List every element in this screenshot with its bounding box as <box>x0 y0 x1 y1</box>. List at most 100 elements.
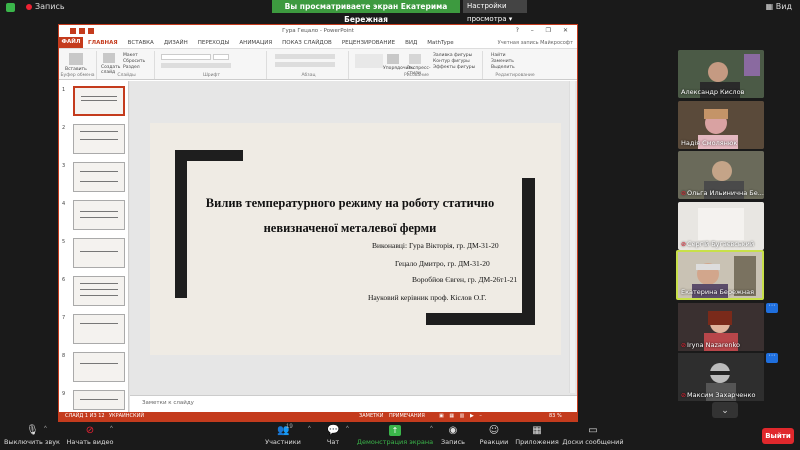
notes-pane[interactable]: Заметки к слайду <box>130 395 577 412</box>
share-label: Демонстрация экрана <box>356 438 434 446</box>
tab-transitions[interactable]: ПЕРЕХОДЫ <box>193 40 235 46</box>
slide-thumbnail-8[interactable] <box>73 352 125 382</box>
save-icon[interactable] <box>69 28 76 34</box>
chevron-up-icon[interactable]: ^ <box>44 426 47 432</box>
replace-button[interactable]: Заменить <box>491 59 514 64</box>
view-options-button[interactable]: Настройки просмотра ▾ <box>463 0 527 23</box>
window-controls[interactable]: ? – ❐ ✕ <box>516 25 573 37</box>
slide-thumbnail-3[interactable] <box>73 162 125 192</box>
notes-toggle[interactable]: ЗАМЕТКИ <box>359 412 383 421</box>
participant-name: ⊘Максим Захарченко <box>681 391 755 399</box>
font-size-select[interactable] <box>213 54 229 60</box>
chevron-down-icon[interactable]: ⌄ <box>712 402 738 418</box>
undo-icon[interactable] <box>78 28 85 34</box>
arrange-icon[interactable] <box>387 54 399 64</box>
chat-button[interactable]: 💬 Чат <box>320 422 346 450</box>
chevron-up-icon[interactable]: ^ <box>430 426 433 432</box>
shape-effects-button[interactable]: Эффекты фигуры <box>433 65 475 70</box>
tab-design[interactable]: ДИЗАЙН <box>159 40 193 46</box>
record-button[interactable]: ◉ Запись <box>438 422 468 450</box>
chevron-up-icon[interactable]: ^ <box>110 426 113 432</box>
participant-tile[interactable]: Надія Смолянюк <box>678 101 764 149</box>
mute-button[interactable]: 🎙 Выключить звук <box>4 422 60 450</box>
drawing-group: Упорядочить Экспресс-стили Заливка фигур… <box>351 51 483 79</box>
tab-review[interactable]: РЕЦЕНЗИРОВАНИЕ <box>337 40 400 46</box>
vertical-scrollbar[interactable] <box>569 81 575 393</box>
view-buttons[interactable]: ▣ ▦ ▥ ▶ – <box>439 412 484 421</box>
slide-thumbnail-4[interactable] <box>73 200 125 230</box>
participant-tile[interactable]: Александр Кислов <box>678 50 764 98</box>
thumb-number: 7 <box>62 315 66 321</box>
share-screen-button[interactable]: ↑ Демонстрация экрана <box>356 422 434 450</box>
slide-thumbnail-2[interactable] <box>73 124 125 154</box>
tab-slideshow[interactable]: ПОКАЗ СЛАЙДОВ <box>277 40 337 46</box>
share-screen-icon: ↑ <box>389 425 401 436</box>
participant-name: ⊘Ольга Ильинична Бе... <box>681 189 764 197</box>
shape-outline-button[interactable]: Контур фигуры <box>433 59 470 64</box>
slide-thumbnail-9[interactable] <box>73 390 125 410</box>
slide-thumbnail-1[interactable] <box>73 86 125 116</box>
align-buttons[interactable] <box>275 62 335 67</box>
paste-icon[interactable] <box>69 53 83 65</box>
apps-button[interactable]: ▦ Приложения <box>514 422 560 450</box>
slide-thumbnail-7[interactable] <box>73 314 125 344</box>
reset-button[interactable]: Сбросить <box>123 59 145 64</box>
redo-icon[interactable] <box>87 28 94 34</box>
zoom-level[interactable]: 83 % <box>549 412 562 421</box>
participant-tile[interactable]: ⊘Iryna Nazarenko ··· <box>678 302 778 351</box>
shape-fill-button[interactable]: Заливка фигуры <box>433 53 472 58</box>
language-indicator[interactable]: УКРАИНСКИЙ <box>109 412 144 421</box>
select-button[interactable]: Выделить <box>491 65 515 70</box>
chevron-up-icon[interactable]: ^ <box>346 426 349 432</box>
participant-tile[interactable]: ⊘Ольга Ильинична Бе... <box>678 151 764 199</box>
record-label: Запись <box>440 438 466 446</box>
tab-insert[interactable]: ВСТАВКА <box>123 40 159 46</box>
comments-toggle[interactable]: ПРИМЕЧАНИЯ <box>389 412 425 421</box>
paste-button[interactable]: Вставить <box>65 67 87 72</box>
font-format-buttons[interactable] <box>161 63 231 68</box>
whiteboards-label: Доски сообщений <box>562 438 624 446</box>
share-banner: Вы просматриваете экран Екатерима Бережн… <box>272 0 460 24</box>
more-options-icon[interactable]: ··· <box>766 352 778 363</box>
tab-view[interactable]: ВИД <box>400 40 422 46</box>
find-button[interactable]: Найти <box>491 53 506 58</box>
participants-button[interactable]: 👥 Участники <box>258 422 308 450</box>
thumb-number: 9 <box>62 391 66 397</box>
layout-button[interactable]: Макет <box>123 53 138 58</box>
mic-muted-icon: ⊘ <box>681 342 687 349</box>
current-slide[interactable]: Вилив температурного режиму на роботу ст… <box>150 123 561 355</box>
chevron-up-icon[interactable]: ^ <box>308 426 311 432</box>
paragraph-group: Абзац <box>269 51 349 79</box>
section-button[interactable]: Раздел <box>123 65 140 70</box>
new-slide-icon[interactable] <box>103 53 115 63</box>
quick-access-toolbar[interactable] <box>63 27 103 35</box>
tab-animation[interactable]: АНИМАЦИЯ <box>234 40 277 46</box>
shapes-gallery[interactable] <box>355 54 383 68</box>
view-button[interactable]: ▦ Вид <box>766 2 792 11</box>
whiteboards-button[interactable]: ▭ Доски сообщений <box>562 422 624 450</box>
list-buttons[interactable] <box>275 54 335 59</box>
tab-mathtype[interactable]: MathType <box>422 40 458 46</box>
participant-name: Екатерина Бережная <box>681 288 755 296</box>
participant-tile[interactable]: ⊘Максим Захарченко ··· <box>678 352 778 401</box>
quick-styles-icon[interactable] <box>409 54 421 64</box>
shield-icon[interactable] <box>6 3 15 12</box>
leave-button[interactable]: Выйти <box>762 428 794 444</box>
reactions-label: Реакции <box>479 438 509 446</box>
slide-title[interactable]: Вилив температурного режиму на роботу ст… <box>190 191 510 241</box>
tab-file[interactable]: ФАЙЛ <box>59 37 83 48</box>
reactions-button[interactable]: ☺ Реакции <box>476 422 512 450</box>
thumb-number: 3 <box>62 163 66 169</box>
participant-tile[interactable]: ⊘Сергій Бугаєвський <box>678 202 764 250</box>
slide-thumbnail-6[interactable] <box>73 276 125 306</box>
participant-tile-active-speaker[interactable]: Екатерина Бережная <box>676 250 764 300</box>
tab-home[interactable]: ГЛАВНАЯ <box>83 40 123 46</box>
video-button[interactable]: ⊘ Начать видео <box>64 422 116 450</box>
font-name-select[interactable] <box>161 54 211 60</box>
powerpoint-window: Гура Гецало - PowerPoint ? – ❐ ✕ ФАЙЛ ГЛ… <box>58 24 578 422</box>
mic-muted-icon: ⊘ <box>681 392 687 399</box>
slide-thumbnail-5[interactable] <box>73 238 125 268</box>
thumb-number: 4 <box>62 201 66 207</box>
more-options-icon[interactable]: ··· <box>766 302 778 313</box>
account-label[interactable]: Учетная запись Майкрософт <box>498 40 577 46</box>
